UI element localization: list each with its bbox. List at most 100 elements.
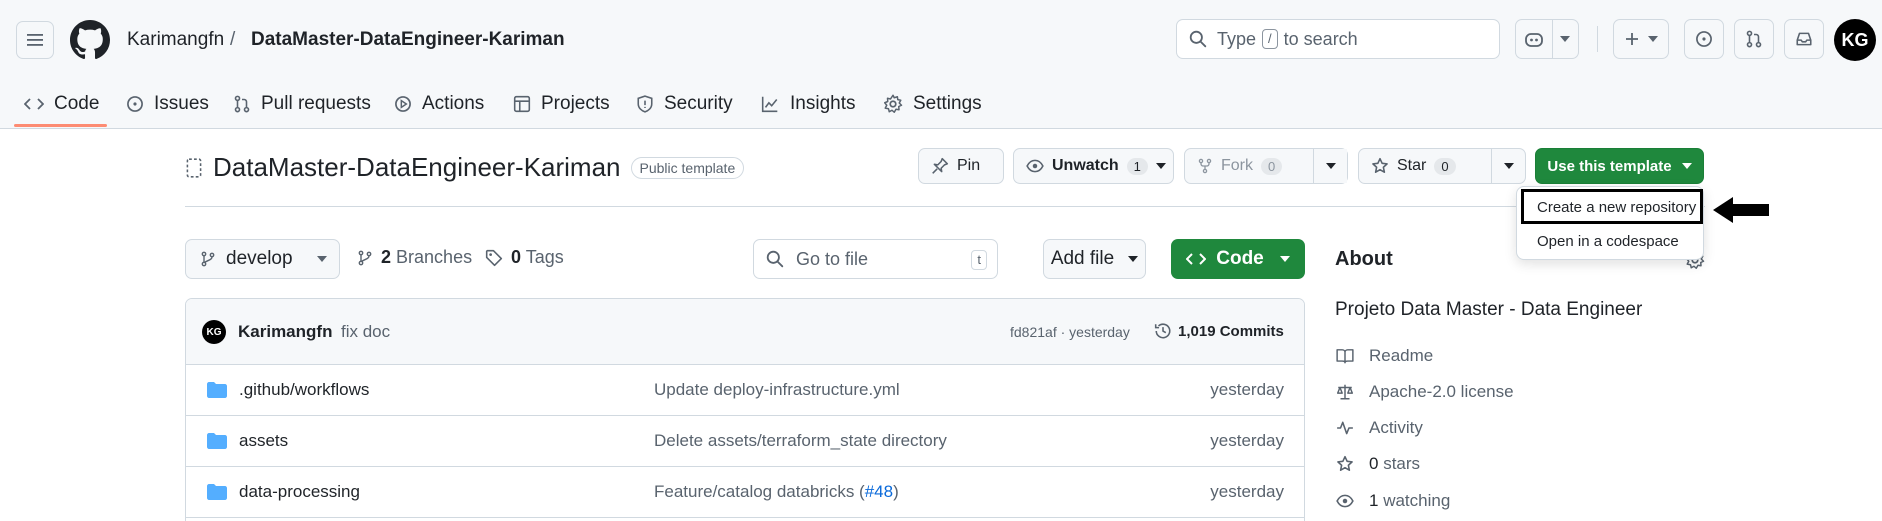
table-icon — [513, 95, 531, 113]
chevron-down-icon — [1648, 36, 1658, 42]
menu-item-open-codespace[interactable]: Open in a codespace — [1517, 233, 1703, 250]
inbox-button[interactable] — [1784, 19, 1824, 59]
code-button-label: Code — [1216, 248, 1264, 269]
branches-label: Branches — [396, 247, 473, 267]
file-date: yesterday — [1210, 431, 1284, 450]
branch-selector[interactable]: develop — [185, 239, 340, 279]
user-avatar[interactable]: KG — [1834, 19, 1876, 61]
star-button[interactable]: Star 0 — [1358, 148, 1526, 184]
file-commit-message[interactable]: Delete assets/terraform_state directory — [654, 431, 947, 451]
code-button[interactable]: Code — [1171, 239, 1305, 279]
watching-count: 1 — [1369, 491, 1379, 510]
watch-button[interactable]: Unwatch 1 — [1013, 148, 1174, 184]
tab-pull-requests[interactable]: Pull requests — [233, 80, 371, 128]
use-this-template-button[interactable]: Use this template — [1535, 148, 1704, 184]
search-shortcut-key: / — [1262, 29, 1278, 49]
menu-button[interactable] — [16, 21, 54, 59]
code-icon — [1186, 253, 1207, 265]
chevron-down-icon — [1279, 256, 1290, 262]
go-to-file-placeholder: Go to file — [796, 248, 869, 269]
chevron-down-icon — [1560, 36, 1571, 42]
branch-name: develop — [226, 248, 293, 269]
folder-icon — [207, 382, 227, 398]
tab-settings[interactable]: Settings — [883, 80, 982, 128]
commits-link[interactable]: 1,019 Commits — [1154, 322, 1284, 340]
table-row[interactable]: .github/workflows Update deploy-infrastr… — [186, 365, 1304, 416]
issue-icon — [1696, 31, 1712, 47]
search-input[interactable]: Type / to search — [1176, 19, 1500, 59]
file-name[interactable]: data-processing — [239, 482, 360, 502]
star-dropdown[interactable] — [1491, 149, 1525, 183]
title-divider — [185, 206, 1705, 207]
tags-label: Tags — [525, 247, 564, 267]
table-row[interactable]: data-processing Feature/catalog databric… — [186, 467, 1304, 518]
commit-author[interactable]: Karimangfn — [238, 322, 332, 342]
tab-projects-label: Projects — [541, 93, 610, 114]
file-commit-message[interactable]: Update deploy-infrastructure.yml — [654, 380, 900, 400]
fork-label: Fork — [1221, 157, 1253, 174]
copilot-button[interactable] — [1515, 19, 1579, 59]
activity-link[interactable]: Activity — [1335, 418, 1423, 438]
tags-count: 0 — [511, 247, 522, 267]
branch-icon — [201, 251, 215, 267]
breadcrumb-owner[interactable]: Karimangfn — [127, 29, 224, 51]
chevron-down-icon — [1325, 163, 1336, 169]
license-label: Apache-2.0 license — [1369, 382, 1514, 401]
watching-link[interactable]: 1 watching — [1335, 491, 1450, 511]
pull-requests-header-button[interactable] — [1734, 19, 1774, 59]
chevron-down-icon — [1681, 163, 1692, 169]
chevron-down-icon — [1128, 256, 1139, 262]
repo-name[interactable]: DataMaster-DataEngineer-Kariman — [213, 152, 621, 183]
commit-author-avatar[interactable]: KG — [202, 320, 226, 344]
law-icon — [1336, 384, 1354, 400]
pointer-arrow-icon — [1713, 197, 1769, 223]
plus-icon — [1626, 33, 1638, 45]
pulse-icon — [1337, 421, 1353, 435]
tab-settings-label: Settings — [913, 93, 982, 114]
activity-label: Activity — [1369, 418, 1423, 437]
create-new-button[interactable] — [1613, 19, 1669, 59]
tab-security[interactable]: Security — [636, 80, 733, 128]
license-link[interactable]: Apache-2.0 license — [1335, 382, 1514, 402]
tab-insights[interactable]: Insights — [760, 80, 855, 128]
star-icon — [1337, 455, 1353, 471]
file-browser: KG Karimangfn fix doc fd821af · yesterda… — [185, 298, 1305, 521]
tab-code[interactable]: Code — [24, 80, 99, 128]
file-commit-message-prefix: Feature/catalog databricks ( — [654, 482, 865, 501]
commit-sha-time[interactable]: fd821af · yesterday — [1010, 324, 1130, 340]
breadcrumb-repo[interactable]: DataMaster-DataEngineer-Kariman — [251, 29, 565, 51]
chevron-down-icon — [1503, 163, 1514, 169]
repo-title-row: DataMaster-DataEngineer-Kariman Public t… — [185, 152, 745, 183]
hamburger-icon — [27, 34, 43, 46]
fork-button[interactable]: Fork 0 — [1184, 148, 1348, 184]
commit-message[interactable]: fix doc — [341, 322, 390, 342]
book-icon — [1336, 349, 1354, 364]
fork-dropdown[interactable] — [1313, 149, 1347, 183]
github-logo-icon[interactable] — [70, 20, 110, 60]
file-name[interactable]: .github/workflows — [239, 380, 369, 400]
add-file-button[interactable]: Add file — [1043, 239, 1146, 279]
code-icon — [24, 98, 44, 110]
go-to-file-input[interactable]: Go to file t — [753, 239, 998, 279]
file-name[interactable]: assets — [239, 431, 288, 451]
tab-actions[interactable]: Actions — [394, 80, 484, 128]
pin-button[interactable]: Pin — [918, 148, 1004, 184]
stars-label: stars — [1383, 454, 1421, 473]
stars-link[interactable]: 0 stars — [1335, 454, 1420, 474]
inbox-icon — [1796, 32, 1812, 46]
branch-icon — [358, 250, 372, 265]
latest-commit-row: KG Karimangfn fix doc fd821af · yesterda… — [186, 299, 1304, 365]
table-row[interactable]: assets Delete assets/terraform_state dir… — [186, 416, 1304, 467]
copilot-icon — [1525, 33, 1543, 47]
tags-link[interactable]: 0 Tags — [485, 247, 564, 268]
watch-count: 1 — [1126, 157, 1148, 175]
readme-link[interactable]: Readme — [1335, 346, 1433, 366]
tab-projects[interactable]: Projects — [513, 80, 610, 128]
file-commit-message[interactable]: Feature/catalog databricks (#48) — [654, 482, 899, 502]
tab-issues-label: Issues — [154, 93, 209, 114]
add-file-label: Add file — [1050, 248, 1115, 269]
branches-link[interactable]: 2 Branches — [357, 247, 472, 268]
tab-issues[interactable]: Issues — [126, 80, 209, 128]
pull-request-link[interactable]: #48 — [865, 482, 893, 501]
issues-header-button[interactable] — [1684, 19, 1724, 59]
